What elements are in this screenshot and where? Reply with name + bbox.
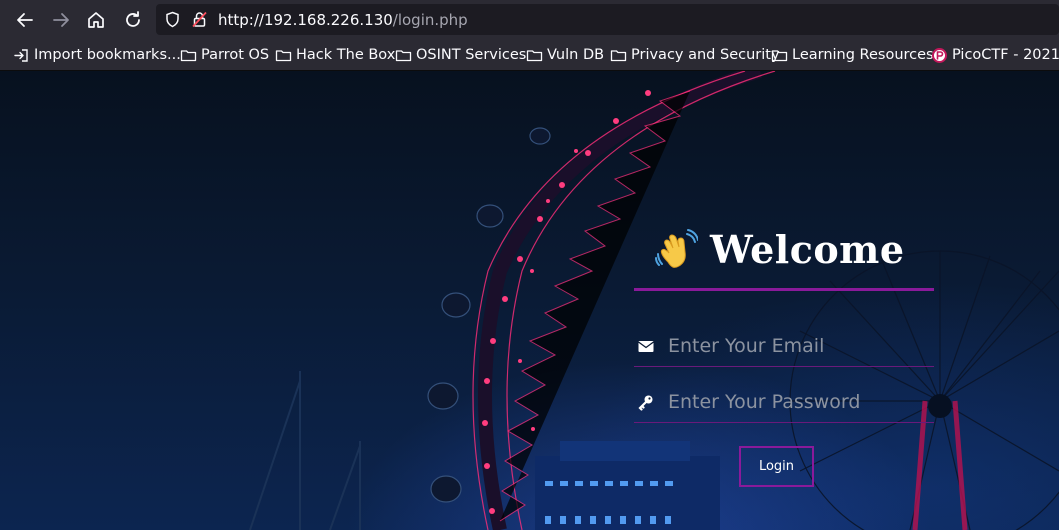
envelope-icon xyxy=(637,337,655,355)
url-host: http://192.168.226.130 xyxy=(218,11,393,29)
bookmark-label: Parrot OS xyxy=(201,47,270,63)
bookmarks-toolbar: Import bookmarks... Parrot OS Hack The B… xyxy=(0,38,1059,71)
bookmark-label: Import bookmarks... xyxy=(34,47,181,63)
bookmark-label: Learning Resources xyxy=(792,47,934,63)
bookmark-label: Vuln DB xyxy=(547,47,605,63)
key-icon xyxy=(637,393,655,411)
shield-icon[interactable] xyxy=(164,11,181,28)
login-form: Welcome Login xyxy=(634,71,934,530)
arrow-left-icon xyxy=(17,13,33,27)
url-path: /login.php xyxy=(392,11,468,29)
waving-hand-icon xyxy=(654,228,698,272)
home-button[interactable] xyxy=(83,7,109,33)
reload-button[interactable] xyxy=(120,7,146,33)
welcome-heading: Welcome xyxy=(654,227,905,272)
bookmark-label: Privacy and Security xyxy=(631,47,780,63)
insecure-lock-icon[interactable] xyxy=(191,11,208,28)
picoctf-favicon xyxy=(931,47,948,64)
bookmark-label: OSINT Services xyxy=(416,47,527,63)
login-button[interactable]: Login xyxy=(739,446,814,487)
url-bar[interactable]: http://192.168.226.130/login.php xyxy=(156,4,1059,35)
title-divider xyxy=(634,288,934,291)
bookmark-picoctf-2021[interactable]: PicoCTF - 2021 xyxy=(931,45,1059,65)
browser-toolbar: http://192.168.226.130/login.php xyxy=(0,0,1059,38)
bookmark-privacy-and-security[interactable]: Privacy and Security xyxy=(610,45,780,65)
bookmark-label: PicoCTF - 2021 xyxy=(952,47,1059,63)
url-text[interactable]: http://192.168.226.130/login.php xyxy=(218,11,468,29)
email-input[interactable] xyxy=(668,331,928,361)
arrow-right-icon xyxy=(53,13,69,27)
page-title: Welcome xyxy=(710,227,905,272)
email-field xyxy=(634,327,934,367)
folder-icon xyxy=(275,47,292,64)
bookmark-vuln-db[interactable]: Vuln DB xyxy=(526,45,604,65)
back-button[interactable] xyxy=(12,7,38,33)
bookmark-learning-resources[interactable]: Learning Resources xyxy=(771,45,934,65)
forward-button[interactable] xyxy=(48,7,74,33)
home-icon xyxy=(88,12,104,28)
bookmark-osint-services[interactable]: OSINT Services xyxy=(395,45,526,65)
bookmark-parrot-os[interactable]: Parrot OS xyxy=(180,45,269,65)
password-input[interactable] xyxy=(668,387,928,417)
import-icon xyxy=(13,47,30,64)
reload-icon xyxy=(126,11,140,27)
login-page: Welcome Login xyxy=(0,71,1059,530)
folder-icon xyxy=(610,47,627,64)
folder-icon xyxy=(526,47,543,64)
bookmark-label: Hack The Box xyxy=(296,47,396,63)
folder-icon xyxy=(395,47,412,64)
folder-icon xyxy=(771,47,788,64)
bookmark-hack-the-box[interactable]: Hack The Box xyxy=(275,45,395,65)
folder-icon xyxy=(180,47,197,64)
bookmark-import[interactable]: Import bookmarks... xyxy=(13,45,181,65)
password-field xyxy=(634,383,934,423)
